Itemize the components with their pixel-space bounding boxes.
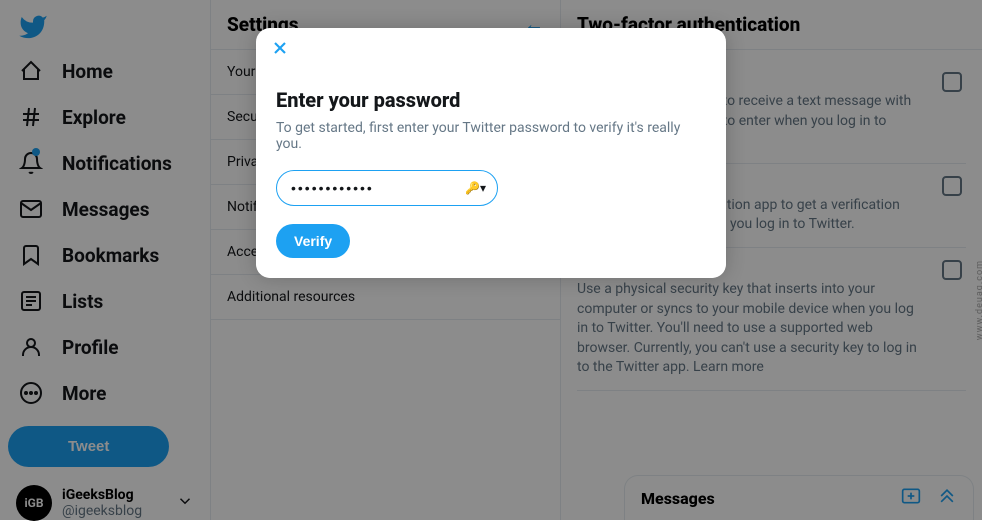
modal-header [256,28,726,72]
modal-title: Enter your password [276,88,706,112]
verify-button[interactable]: Verify [276,224,350,258]
close-icon[interactable] [270,43,290,62]
modal-scrim[interactable]: Enter your password To get started, firs… [0,0,982,520]
modal-description: To get started, first enter your Twitter… [276,120,706,152]
password-modal: Enter your password To get started, firs… [256,28,726,278]
password-field-wrap: 🔑▾ [276,170,498,206]
key-icon[interactable]: 🔑▾ [465,181,486,195]
modal-body: Enter your password To get started, firs… [256,68,726,278]
